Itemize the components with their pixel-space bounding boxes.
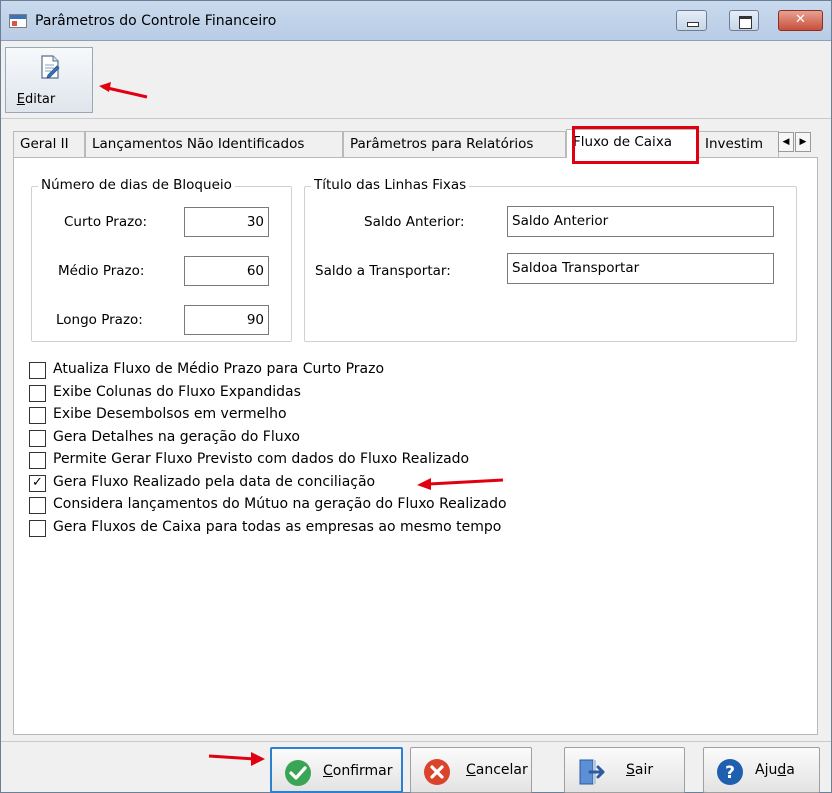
option-considera-mutuo[interactable]: Considera lançamentos do Mútuo na geraçã… [29, 495, 569, 515]
edit-button-label: Editar [6, 92, 66, 107]
edit-label-mnemonic: E [16, 92, 25, 107]
help-button[interactable]: ? Ajuda [703, 747, 820, 793]
confirm-button[interactable]: Confirmar [270, 747, 403, 793]
dialog-window: Parâmetros do Controle Financeiro ✕ Edit… [0, 0, 832, 793]
confirm-button-label: Confirmar [323, 763, 393, 779]
close-icon: ✕ [795, 12, 806, 27]
annotation-highlight-box [572, 126, 699, 164]
footer-separator [1, 741, 831, 742]
tab-parametros-relatorios[interactable]: Parâmetros para Relatórios [343, 131, 566, 157]
toolbar-separator [1, 118, 831, 119]
svg-text:?: ? [725, 763, 735, 783]
option-atualiza-fluxo[interactable]: Atualiza Fluxo de Médio Prazo para Curto… [29, 360, 509, 380]
saldo-transportar-input[interactable]: Saldoa Transportar [507, 253, 774, 284]
window-title: Parâmetros do Controle Financeiro [35, 13, 277, 29]
checkbox[interactable] [29, 407, 46, 424]
saldo-transportar-label: Saldo a Transportar: [315, 263, 451, 279]
check-circle-icon [285, 760, 311, 786]
exit-door-icon [579, 759, 605, 785]
option-gera-fluxos-todas-empresas[interactable]: Gera Fluxos de Caixa para todas as empre… [29, 518, 549, 538]
tab-scroll-right-button[interactable]: ▶ [795, 132, 811, 152]
saldo-anterior-input[interactable]: Saldo Anterior [507, 206, 774, 237]
checkbox[interactable] [29, 520, 46, 537]
option-exibe-desembolsos[interactable]: Exibe Desembolsos em vermelho [29, 405, 509, 425]
curto-prazo-label: Curto Prazo: [64, 214, 147, 230]
checkbox[interactable] [29, 362, 46, 379]
option-label: Gera Detalhes na geração do Fluxo [53, 429, 300, 445]
edit-button[interactable]: Editar [5, 47, 93, 113]
confirm-label-rest: onfirmar [332, 763, 393, 779]
medio-prazo-input[interactable]: 60 [184, 256, 269, 286]
edit-label-rest: ditar [24, 92, 56, 107]
curto-prazo-input[interactable]: 30 [184, 207, 269, 237]
groupbox-dias-bloqueio-legend: Número de dias de Bloqueio [38, 177, 235, 193]
checkbox[interactable] [29, 430, 46, 447]
cancel-button[interactable]: Cancelar [410, 747, 532, 793]
confirm-mnemonic: C [323, 763, 333, 779]
exit-mnemonic: S [626, 762, 635, 778]
exit-button-label: Sair [626, 762, 653, 778]
option-label: Atualiza Fluxo de Médio Prazo para Curto… [53, 361, 385, 377]
help-label-prefix: Aju [755, 762, 778, 778]
exit-button[interactable]: Sair [564, 747, 685, 793]
option-exibe-colunas[interactable]: Exibe Colunas do Fluxo Expandidas [29, 383, 509, 403]
option-label: Considera lançamentos do Mútuo na geraçã… [53, 496, 507, 512]
tab-scroll-left-button[interactable]: ◀ [778, 132, 794, 152]
option-label: Gera Fluxos de Caixa para todas as empre… [53, 519, 502, 535]
tab-geral-ii[interactable]: Geral II [13, 131, 85, 157]
option-gera-detalhes[interactable]: Gera Detalhes na geração do Fluxo [29, 428, 509, 448]
edit-document-icon [41, 55, 60, 79]
medio-prazo-label: Médio Prazo: [58, 263, 145, 279]
tab-lancamentos-nao-identificados[interactable]: Lançamentos Não Identificados [85, 131, 343, 157]
help-circle-icon: ? [717, 759, 743, 785]
red-arrow-icon [99, 82, 148, 99]
option-label: Gera Fluxo Realizado pela data de concil… [53, 474, 376, 490]
option-label: Exibe Desembolsos em vermelho [53, 406, 287, 422]
red-arrow-icon [417, 478, 504, 490]
option-label: Permite Gerar Fluxo Previsto com dados d… [53, 451, 470, 467]
title-bar: Parâmetros do Controle Financeiro ✕ [1, 1, 831, 41]
option-permite-gerar-fluxo-previsto[interactable]: Permite Gerar Fluxo Previsto com dados d… [29, 450, 549, 470]
checkbox-checked[interactable]: ✓ [29, 475, 46, 492]
minimize-button[interactable] [676, 10, 707, 31]
red-arrow-icon [208, 752, 265, 766]
groupbox-linhas-fixas: Título das Linhas Fixas Saldo Anterior: … [304, 177, 797, 342]
groupbox-linhas-fixas-legend: Título das Linhas Fixas [311, 177, 470, 193]
cancel-button-label: Cancelar [466, 762, 528, 778]
checkbox[interactable] [29, 385, 46, 402]
cancel-mnemonic: C [466, 762, 476, 778]
cancel-circle-icon [424, 759, 450, 785]
tab-investim[interactable]: Investim [698, 131, 779, 157]
checkbox[interactable] [29, 452, 46, 469]
checkbox[interactable] [29, 497, 46, 514]
longo-prazo-input[interactable]: 90 [184, 305, 269, 335]
app-icon [9, 14, 27, 28]
maximize-button[interactable] [729, 10, 759, 31]
cancel-label-rest: ancelar [475, 762, 528, 778]
close-button[interactable]: ✕ [778, 10, 823, 31]
groupbox-dias-bloqueio: Número de dias de Bloqueio Curto Prazo: … [31, 177, 292, 342]
tab-panel-fluxo-de-caixa: Número de dias de Bloqueio Curto Prazo: … [13, 157, 818, 735]
option-label: Exibe Colunas do Fluxo Expandidas [53, 384, 301, 400]
help-button-label: Ajuda [755, 762, 795, 778]
help-mnemonic: d [777, 762, 787, 778]
help-label-rest: a [786, 762, 795, 778]
saldo-anterior-label: Saldo Anterior: [364, 214, 465, 230]
exit-label-rest: air [634, 762, 654, 778]
longo-prazo-label: Longo Prazo: [56, 312, 143, 328]
